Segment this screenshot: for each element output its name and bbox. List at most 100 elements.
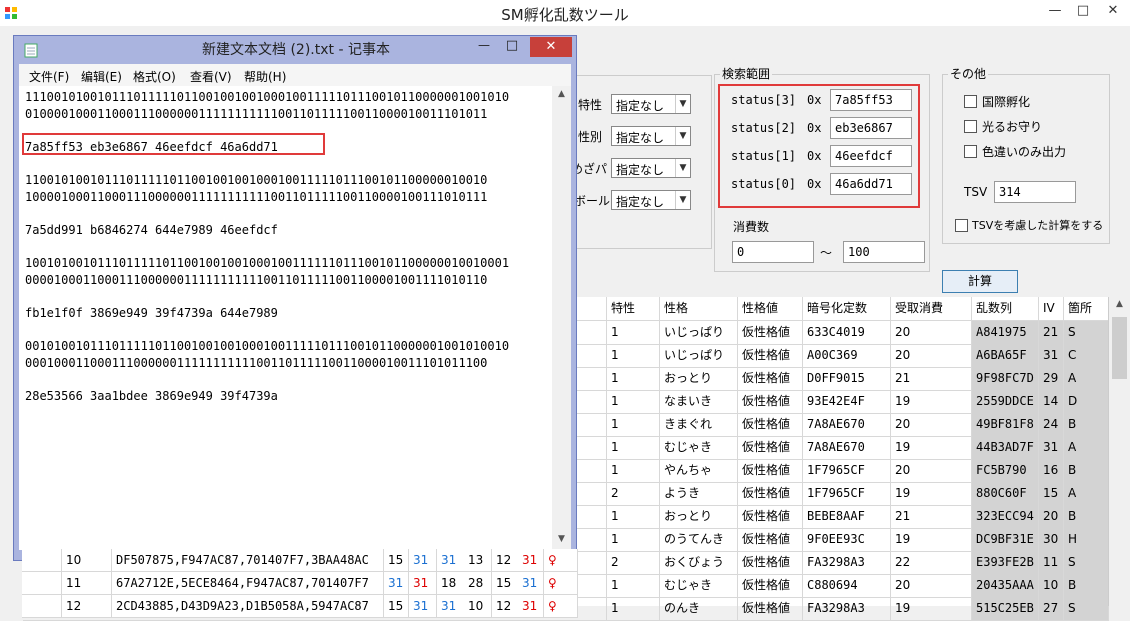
window-title: SM孵化乱数ツール [501,6,629,24]
table-cell: 1 [607,436,660,459]
col-header[interactable]: 箇所 [1064,297,1109,320]
sex-cell: ♀ [544,595,578,618]
table-cell: B [1064,459,1109,482]
status0-label: status[0] [731,177,797,191]
table-cell: 10 [1039,574,1064,597]
table-cell: 1F7965CF [803,459,891,482]
close-button[interactable]: ✕ [1100,2,1126,20]
consume-from-input[interactable]: 0 [732,241,814,263]
table-cell: 1 [607,528,660,551]
table-cell: A [1064,367,1109,390]
notepad-maximize-button[interactable]: □ [500,38,524,56]
table-cell: 14 [1039,390,1064,413]
notepad-close-button[interactable]: ✕ [530,37,572,57]
sex-select[interactable]: 指定なし ▼ [611,126,691,146]
table-cell: E393FE2B [972,551,1039,574]
table-cell: D [1064,390,1109,413]
table-cell: 仮性格値 [738,574,803,597]
menu-edit[interactable]: 编辑(E) [81,68,122,85]
iv-cell: 18 [437,572,465,595]
row-selector-cell [22,572,62,595]
menu-help[interactable]: 帮助(H) [244,68,286,85]
iv-cell: 15 [384,549,409,572]
scroll-down-arrow-icon[interactable]: ▼ [554,534,569,544]
status0-input[interactable]: 46a6dd71 [830,173,912,195]
calc-button[interactable]: 計算 [942,270,1018,293]
table-cell: 2CD43885,D43D9A23,D1B5058A,5947AC87 [112,595,384,618]
iv-cell: 10 [464,595,492,618]
sex-select-value: 指定なし [616,131,665,145]
status1-input[interactable]: 46eefdcf [830,145,912,167]
row-selector-cell [22,549,62,572]
notepad-menubar: 文件(F) 编辑(E) 格式(O) 查看(V) 帮助(H) [19,64,571,86]
table-cell: 67A2712E,5ECE8464,F947AC87,701407F7 [112,572,384,595]
row-selector-cell [22,595,62,618]
table-cell: A841975 [972,321,1039,344]
text-line: 1110010100101110111110110010010010001001… [25,90,510,104]
text-line: 1000010001100011100000011111111111001101… [25,189,488,204]
table-cell: 19 [891,390,972,413]
table-cell: 仮性格値 [738,367,803,390]
table-cell: 1 [607,367,660,390]
tsv-value: 314 [999,185,1021,199]
consume-to-input[interactable]: 100 [843,241,925,263]
menu-file[interactable]: 文件(F) [29,68,69,85]
tokusei-select-value: 指定なし [616,99,665,113]
col-header[interactable]: 暗号化定数 [803,297,891,320]
scroll-thumb[interactable] [1112,317,1127,379]
grid-vertical-scrollbar[interactable]: ▲ [1108,297,1130,606]
menu-view[interactable]: 查看(V) [190,68,232,85]
table-cell: 仮性格値 [738,413,803,436]
tokusei-select[interactable]: 指定なし ▼ [611,94,691,114]
table-cell: 21 [891,367,972,390]
shiny-only-checkbox[interactable] [964,145,977,158]
status2-input[interactable]: eb3e6867 [830,117,912,139]
col-header[interactable]: 受取消費 [891,297,972,320]
table-cell: B [1064,574,1109,597]
table-cell: 19 [891,436,972,459]
international-checkbox[interactable] [964,95,977,108]
status3-input[interactable]: 7a85ff53 [830,89,912,111]
col-header[interactable]: IV [1039,297,1064,320]
iv-cell: 31 [409,549,437,572]
table-cell: 1 [607,413,660,436]
col-header[interactable]: 性格値 [738,297,803,320]
menu-format[interactable]: 格式(O) [133,68,176,85]
ball-select-value: 指定なし [616,195,665,209]
table-cell: 515C25EB [972,597,1039,620]
col-header[interactable]: 乱数列 [972,297,1039,320]
mezapa-select[interactable]: 指定なし ▼ [611,158,691,178]
text-line: fb1e1f0f 3869e949 39f4739a 644e7989 [25,305,278,320]
consume-from-value: 0 [737,245,745,259]
scroll-up-arrow-icon[interactable]: ▲ [1111,299,1128,313]
table-cell: 2 [607,551,660,574]
filter-label-ball: ボール [574,194,611,208]
notepad-minimize-button[interactable]: — [472,38,496,56]
maximize-button[interactable]: □ [1070,2,1096,20]
tsv-label: TSV [964,185,988,199]
table-cell: むじゃき [660,574,738,597]
scroll-up-arrow-icon[interactable]: ▲ [554,89,569,99]
table-cell: 20 [891,321,972,344]
table-cell: 仮性格値 [738,505,803,528]
table-cell: S [1064,551,1109,574]
main-title-bar: SM孵化乱数ツール — □ ✕ [0,0,1130,26]
table-cell: 2559DDCE [972,390,1039,413]
col-header[interactable]: 性格 [660,297,738,320]
text-line: 0100001000110001110000001111111111100110… [25,106,488,121]
notepad-vertical-scrollbar[interactable]: ▲ ▼ [552,86,571,550]
minimize-button[interactable]: — [1042,2,1068,20]
notepad-text-area[interactable]: 1110010100101110111110110010010010001001… [19,86,552,550]
iv-cell: 31 [384,572,409,595]
tsv-consider-checkbox[interactable] [955,219,968,232]
table-cell: S [1064,597,1109,620]
table-cell: DF507875,F947AC87,701407F7,3BAA48AC [112,549,384,572]
tsv-input[interactable]: 314 [994,181,1076,203]
col-header[interactable]: 特性 [607,297,660,320]
notepad-window[interactable]: 新建文本文档 (2).txt - 记事本 — □ ✕ 文件(F) 编辑(E) 格… [13,35,577,561]
table-cell: 仮性格値 [738,390,803,413]
ball-select[interactable]: 指定なし ▼ [611,190,691,210]
table-cell: 20 [891,344,972,367]
iv-cell: 28 [464,572,492,595]
shiny-charm-checkbox[interactable] [964,120,977,133]
